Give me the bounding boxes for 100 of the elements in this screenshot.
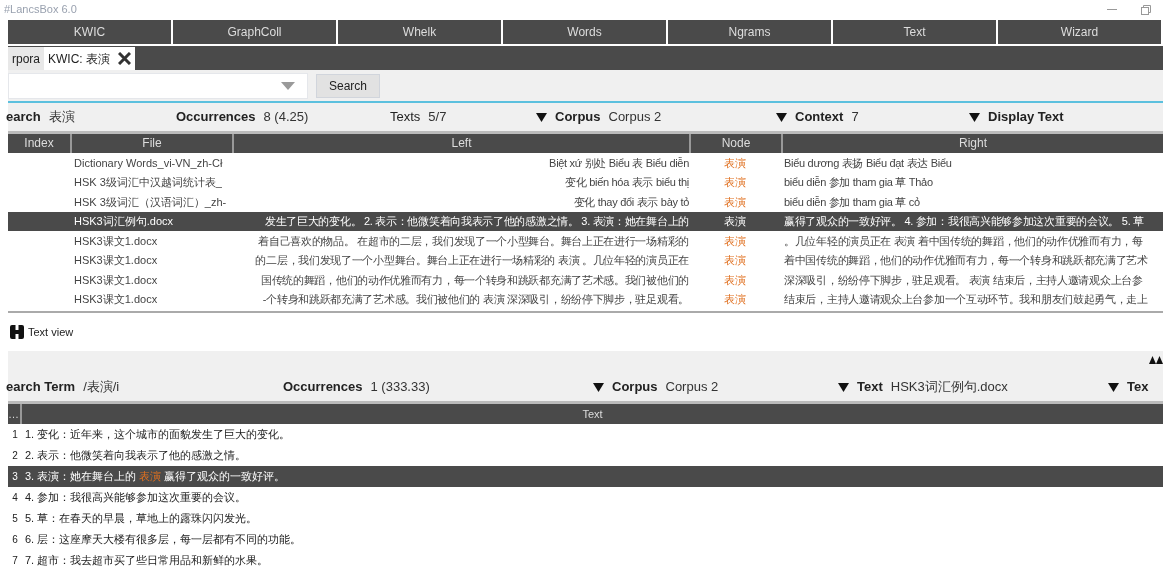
text-line-row[interactable]: 6 6. 层：这座摩天大楼有很多层，每一层都有不同的功能。 bbox=[8, 529, 1163, 550]
module-tab[interactable]: Ngrams bbox=[668, 20, 833, 44]
table-row[interactable]: HSK3课文1.docx 的二层，我们发现了一个小型舞台。舞台上正在进行一场精彩的 表演 。几位年轻的演员正在 表演 着中国传统的舞蹈，他们的动作优雅而有力，每一个转身和跳跃都充满了艺术 bbox=[8, 250, 1163, 270]
node-cell-text: 表演 bbox=[723, 155, 747, 171]
table-cell-text: 国传统的舞蹈，他们的动作优雅而有力，每一个转身和跳跃都充满了艺术感。我们被他们的 bbox=[261, 272, 689, 288]
table-cell-text: HSK3课文1.docx bbox=[73, 272, 159, 288]
text-view-icon bbox=[10, 325, 24, 339]
table-cell-text: HSK3课文1.docx bbox=[73, 253, 159, 268]
column-header[interactable]: Text bbox=[22, 404, 1163, 424]
field-label: earch bbox=[6, 108, 41, 127]
table-row[interactable]: HSK 3级词汇（汉语词汇）_zh- 变化 thay đổi 表示 bày tỏ 表演 biểu diễn 参加 tham gia 草 cỏ bbox=[8, 192, 1163, 212]
table-cell: 。几位年轻的演员正在 表演 着中国传统的舞蹈，他们的动作优雅而有力，每 bbox=[784, 234, 1143, 247]
text-line-row[interactable]: 2 2. 表示：他微笑着向我表示了他的感激之情。 bbox=[8, 445, 1163, 466]
table-cell-text: Dictionary Words_vi-VN_zh-Cł bbox=[73, 155, 224, 171]
dropdown-triangle-icon[interactable] bbox=[776, 112, 787, 122]
dropdown-triangle-icon[interactable] bbox=[1108, 382, 1119, 392]
line-number: 3 bbox=[11, 470, 19, 484]
table-cell: 着中国传统的舞蹈，他们的动作优雅而有力，每一个转身和跳跃都充满了艺术 bbox=[784, 254, 1148, 266]
field-label: Context bbox=[795, 108, 844, 127]
line-text: 1. 变化：近年来，这个城市的面貌发生了巨大的变化。 bbox=[24, 427, 291, 443]
dropdown-triangle-icon[interactable] bbox=[838, 382, 849, 392]
collapse-arrows-icon[interactable] bbox=[1149, 356, 1163, 364]
table-row[interactable]: Dictionary Words_vi-VN_zh-Cł Biệt xứ 别处 Biểu 表 Biểu diễn 表演 Biểu dương 表扬 Biểu đạt 表达 Biểu bbox=[8, 153, 1163, 173]
line-number: 4 bbox=[11, 491, 19, 505]
table-cell-text: Biệt xứ 别处 Biểu 表 Biểu diễn bbox=[549, 155, 689, 171]
table-cell-text: HSK 3级词汇中汉越词统计表_ bbox=[73, 175, 223, 190]
text-line-row[interactable]: 4 4. 参加：我很高兴能够参加这次重要的会议。 bbox=[8, 487, 1163, 508]
table-cell: Biểu dương 表扬 Biểu đạt 表达 Biểu bbox=[784, 156, 952, 169]
module-tab[interactable]: Words bbox=[503, 20, 668, 44]
field-label: Display Text bbox=[988, 108, 1064, 127]
line-number: 6 bbox=[11, 533, 19, 547]
restore-icon[interactable] bbox=[1141, 4, 1151, 15]
column-header[interactable]: … bbox=[8, 404, 22, 424]
column-header[interactable]: Node bbox=[689, 134, 781, 153]
table-row[interactable]: HSK3课文1.docx 国传统的舞蹈，他们的动作优雅而有力，每一个转身和跳跃都充满了艺术感。我们被他们的 表演 深深吸引，纷纷停下脚步，驻足观看。 表演 结束后，主持人邀请观众上台参 bbox=[8, 270, 1163, 290]
node-cell-text: 表演 bbox=[723, 233, 747, 249]
column-header[interactable]: Right bbox=[781, 134, 1163, 153]
table-cell-text: 发生了巨大的变化。 2. 表示：他微笑着向我表示了他的感激之情。 3. 表演：她在舞台上的 bbox=[264, 214, 689, 229]
panel-title: Text view bbox=[28, 324, 74, 340]
field-value: Corpus 2 bbox=[608, 108, 662, 127]
text-line-row[interactable]: 1 1. 变化：近年来，这个城市的面貌发生了巨大的变化。 bbox=[8, 424, 1163, 445]
search-button[interactable]: Search bbox=[316, 73, 381, 98]
node-cell-text: 表演 bbox=[723, 214, 747, 229]
table-cell: biểu diễn 参加 tham gia 草 cỏ bbox=[784, 195, 920, 208]
table-cell: 结束后，主持人邀请观众上台参加一个互动环节。我和朋友们鼓起勇气，走上 bbox=[784, 293, 1148, 305]
field-value: 1 (333.33) bbox=[370, 378, 430, 397]
dropdown-triangle-icon[interactable] bbox=[969, 112, 980, 122]
module-tab[interactable]: GraphColl bbox=[173, 20, 338, 44]
table-row[interactable]: HSK 3级词汇中汉越词统计表_ 变化 biến hóa 表示 biểu thị 表演 biểu diễn 参加 tham gia 草 Thảo bbox=[8, 172, 1163, 192]
table-cell-text: 变化 thay đổi 表示 bày tỏ bbox=[573, 194, 689, 210]
table-cell-text: HSK3课文1.docx bbox=[73, 233, 159, 249]
table-cell: 深深吸引，纷纷停下脚步，驻足观看。 表演 结束后，主持人邀请观众上台参 bbox=[784, 273, 1143, 286]
field-value: 5/7 bbox=[428, 108, 447, 127]
module-tab[interactable]: KWIC bbox=[8, 20, 173, 44]
table-cell-text: -个转身和跳跃都充满了艺术感。我们被他们的 表演 深深吸引，纷纷停下脚步，驻足观看。 bbox=[262, 292, 689, 307]
dropdown-triangle-icon[interactable] bbox=[536, 112, 547, 122]
text-line-row[interactable]: 3 3. 表演：她在舞台上的 表演 赢得了观众的一致好评。 bbox=[8, 466, 1163, 487]
close-icon[interactable] bbox=[118, 52, 131, 65]
text-line-row[interactable]: 5 5. 草：在春天的早晨，草地上的露珠闪闪发光。 bbox=[8, 508, 1163, 529]
column-header[interactable]: File bbox=[70, 134, 232, 153]
line-number: 7 bbox=[11, 554, 19, 568]
dropdown-triangle-icon[interactable] bbox=[593, 382, 604, 392]
field-value: Corpus 2 bbox=[665, 378, 719, 397]
node-cell-text: 表演 bbox=[723, 175, 747, 190]
field-label: Occurrences bbox=[176, 108, 256, 127]
field-value: 8 (4.25) bbox=[263, 108, 309, 127]
line-text: 4. 参加：我很高兴能够参加这次重要的会议。 bbox=[24, 490, 247, 506]
field-label: earch Term bbox=[6, 378, 76, 397]
table-row[interactable]: HSK3课文1.docx 着自己喜欢的物品。 在超市的二层，我们发现了一个小型舞台。舞台上正在进行一场精彩的 表演 。几位年轻的演员正在 表演 着中国传统的舞蹈，他们的动作优雅而有力，每 bbox=[8, 231, 1163, 251]
dropdown-caret-icon bbox=[281, 81, 295, 90]
node-cell-text: 表演 bbox=[723, 253, 747, 268]
document-tab[interactable]: KWIC: 表演 bbox=[44, 47, 135, 70]
table-row[interactable]: HSK3课文1.docx -个转身和跳跃都充满了艺术感。我们被他们的 表演 深深吸引，纷纷停下脚步，驻足观看。 表演 结束后，主持人邀请观众上台参加一个互动环节。我和朋友们鼓起勇气，走上 bbox=[8, 289, 1163, 309]
field-value: HSK3词汇例句.docx bbox=[890, 378, 1008, 397]
module-tab[interactable]: Text bbox=[833, 20, 998, 44]
field-label: Tex bbox=[1127, 378, 1149, 397]
node-cell-text: 表演 bbox=[723, 272, 747, 288]
line-text: 3. 表演：她在舞台上的 表演 赢得了观众的一致好评。 bbox=[24, 469, 286, 485]
document-tab[interactable]: rpora bbox=[8, 47, 44, 70]
text-line-row[interactable]: 7 7. 超市：我去超市买了些日常用品和新鲜的水果。 bbox=[8, 550, 1163, 568]
module-tab[interactable]: Whelk bbox=[338, 20, 503, 44]
field-label: Texts bbox=[390, 108, 421, 127]
field-value: 表演 bbox=[48, 108, 75, 127]
column-header[interactable]: Left bbox=[232, 134, 689, 153]
field-label: Occurrences bbox=[283, 378, 363, 397]
table-cell: biểu diễn 参加 tham gia 草 Thảo bbox=[784, 176, 933, 188]
line-text: 6. 层：这座摩天大楼有很多层，每一层都有不同的功能。 bbox=[24, 532, 302, 548]
column-header[interactable]: Index bbox=[8, 134, 70, 153]
line-text: 7. 超市：我去超市买了些日常用品和新鲜的水果。 bbox=[24, 553, 269, 568]
line-text: 5. 草：在春天的早晨，草地上的露珠闪闪发光。 bbox=[24, 511, 258, 527]
module-tab[interactable]: Wizard bbox=[998, 20, 1163, 44]
table-row[interactable]: HSK3词汇例句.docx 发生了巨大的变化。 2. 表示：他微笑着向我表示了他的感激之情。 3. 表演：她在舞台上的 表演 赢得了观众的一致好评。 4. 参加：我很高兴能够参加这次重要的会议。 5. 草 bbox=[8, 211, 1163, 231]
line-number: 2 bbox=[11, 449, 19, 463]
node-cell-text: 表演 bbox=[723, 292, 747, 307]
table-cell-text: 的二层，我们发现了一个小型舞台。舞台上正在进行一场精彩的 表演 。几位年轻的演员正在 bbox=[255, 253, 689, 268]
table-cell-text: HSK3词汇例句.docx bbox=[73, 214, 175, 229]
minimize-icon[interactable] bbox=[1107, 8, 1117, 11]
table-cell-text: HSK 3级词汇（汉语词汇）_zh- bbox=[73, 194, 228, 210]
node-cell-text: 表演 bbox=[723, 194, 747, 210]
line-number: 5 bbox=[11, 512, 19, 526]
